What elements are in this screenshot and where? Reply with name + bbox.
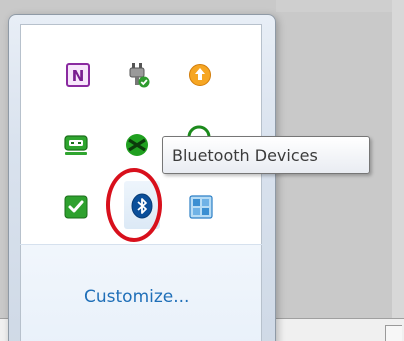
device-icon[interactable] — [63, 132, 89, 158]
network-x-icon[interactable] — [124, 132, 150, 158]
power-plug-icon[interactable] — [125, 62, 151, 88]
window-grid-icon[interactable] — [188, 194, 214, 220]
svg-text:N: N — [72, 67, 85, 85]
security-check-icon[interactable] — [63, 194, 89, 220]
background-band — [276, 0, 404, 12]
bluetooth-tooltip: Bluetooth Devices — [162, 136, 370, 174]
update-arrow-icon[interactable] — [187, 62, 213, 88]
tooltip-text: Bluetooth Devices — [172, 146, 318, 165]
background-edge — [392, 0, 404, 341]
taskbar-corner — [385, 325, 402, 341]
customize-link[interactable]: Customize... — [84, 287, 189, 307]
screenshot-stage: N Customize... Bluetooth Devices — [0, 0, 404, 341]
bluetooth-icon[interactable] — [129, 193, 155, 219]
onenote-icon[interactable]: N — [65, 62, 91, 88]
